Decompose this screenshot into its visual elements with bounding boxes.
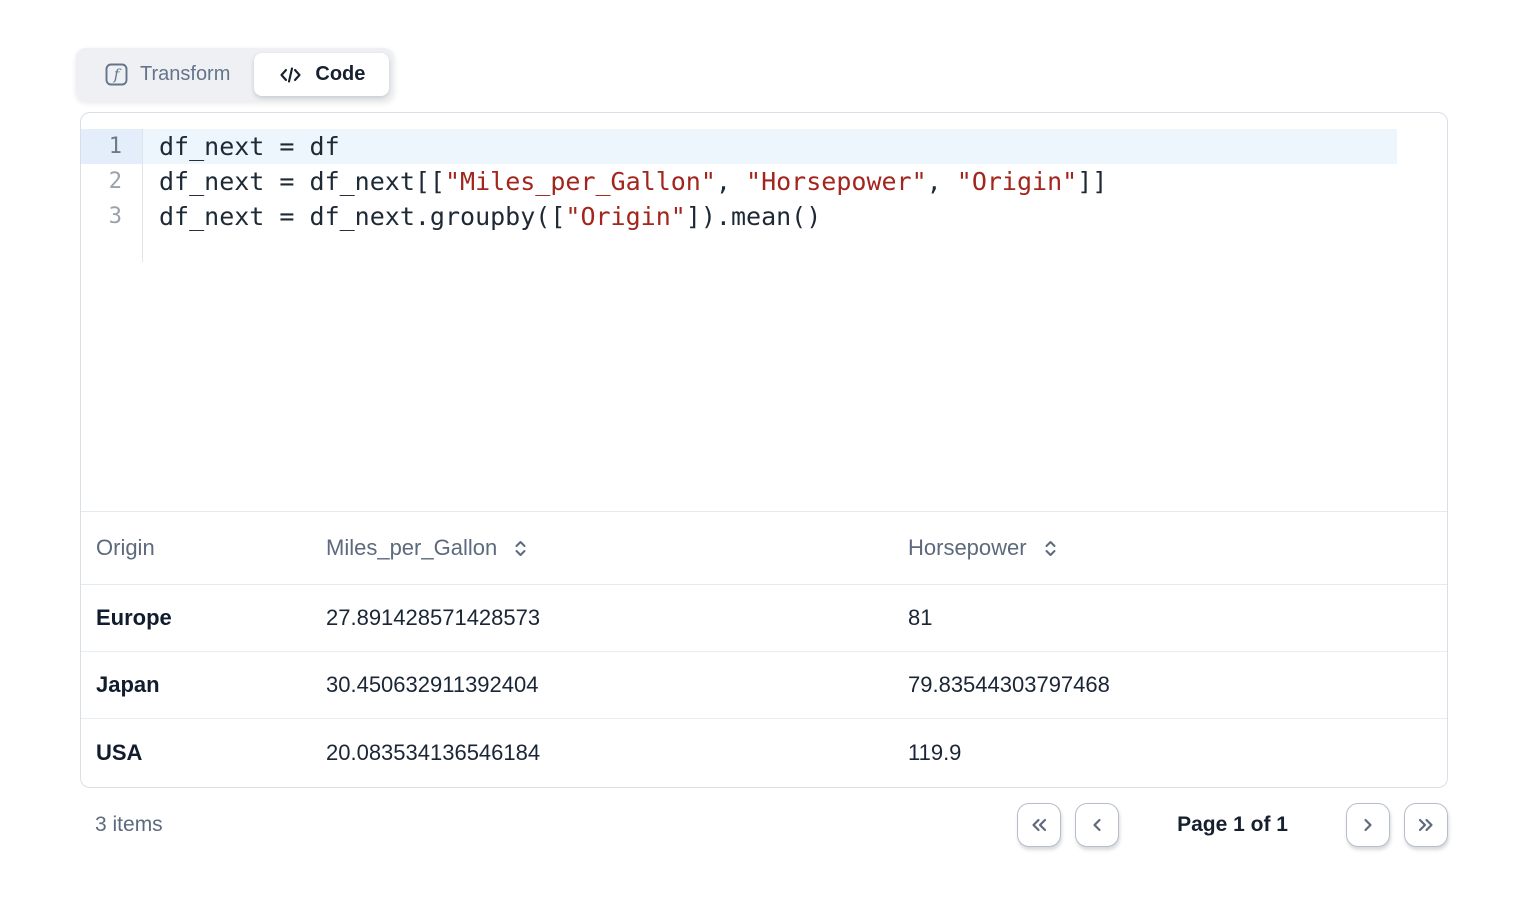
cell-miles_per_gallon: 30.450632911392404: [326, 672, 908, 698]
cell-origin: Japan: [96, 672, 326, 698]
cell-origin: Europe: [96, 605, 326, 631]
chevrons-right-icon: [1415, 815, 1437, 835]
page-indicator: Page 1 of 1: [1177, 813, 1288, 837]
code-line[interactable]: 1df_next = df: [81, 129, 1447, 164]
code-lines: 1df_next = df2df_next = df_next[["Miles_…: [81, 129, 1447, 234]
column-label: Miles_per_Gallon: [326, 535, 497, 561]
code-icon: [278, 64, 303, 86]
cell-horsepower: 119.9: [908, 740, 1447, 766]
sort-icon: [511, 538, 530, 559]
first-page-button[interactable]: [1017, 803, 1061, 847]
line-number: 3: [81, 199, 143, 234]
cell-origin: USA: [96, 740, 326, 766]
tab-code-label: Code: [315, 63, 365, 86]
column-header-origin: Origin: [96, 535, 326, 561]
code-line-text: df_next = df: [143, 129, 1397, 164]
chevron-right-icon: [1358, 815, 1378, 835]
tab-code[interactable]: Code: [254, 53, 389, 96]
table-body: Europe27.89142857142857381Japan30.450632…: [81, 585, 1447, 786]
column-label: Horsepower: [908, 535, 1027, 561]
pagination: Page 1 of 1: [1017, 803, 1448, 847]
chevrons-left-icon: [1028, 815, 1050, 835]
table-row: Europe27.89142857142857381: [81, 585, 1447, 652]
gutter-tail: [81, 234, 143, 262]
previous-page-button[interactable]: [1075, 803, 1119, 847]
table-row: USA20.083534136546184119.9: [81, 719, 1447, 786]
code-line-text: df_next = df_next.groupby(["Origin"]).me…: [143, 199, 1397, 234]
sort-icon: [1041, 538, 1060, 559]
code-line[interactable]: 2df_next = df_next[["Miles_per_Gallon", …: [81, 164, 1447, 199]
code-line[interactable]: 3df_next = df_next.groupby(["Origin"]).m…: [81, 199, 1447, 234]
cell-miles_per_gallon: 27.891428571428573: [326, 605, 908, 631]
column-label: Origin: [96, 535, 155, 561]
table-header: Origin Miles_per_Gallon Horsepower: [81, 512, 1447, 585]
line-number: 2: [81, 164, 143, 199]
view-toggle: f Transform Code: [76, 48, 394, 101]
transform-tool-page: f Transform Code 1df_next = df2df_next =…: [0, 0, 1516, 918]
svg-text:f: f: [113, 66, 122, 84]
transform-panel: 1df_next = df2df_next = df_next[["Miles_…: [80, 112, 1448, 788]
column-header-horsepower[interactable]: Horsepower: [908, 535, 1447, 561]
tab-transform-label: Transform: [140, 63, 230, 86]
tab-transform[interactable]: f Transform: [81, 53, 254, 96]
cell-horsepower: 79.83544303797468: [908, 672, 1447, 698]
code-editor[interactable]: 1df_next = df2df_next = df_next[["Miles_…: [81, 113, 1447, 512]
table-footer: 3 items Page 1 of 1: [80, 801, 1448, 849]
chevron-left-icon: [1087, 815, 1107, 835]
line-number: 1: [81, 129, 143, 164]
table-row: Japan30.45063291139240479.83544303797468: [81, 652, 1447, 719]
last-page-button[interactable]: [1404, 803, 1448, 847]
next-page-button[interactable]: [1346, 803, 1390, 847]
cell-horsepower: 81: [908, 605, 1447, 631]
cell-miles_per_gallon: 20.083534136546184: [326, 740, 908, 766]
function-icon: f: [105, 63, 128, 86]
items-count: 3 items: [95, 813, 163, 837]
code-line-text: df_next = df_next[["Miles_per_Gallon", "…: [143, 164, 1397, 199]
column-header-miles_per_gallon[interactable]: Miles_per_Gallon: [326, 535, 908, 561]
